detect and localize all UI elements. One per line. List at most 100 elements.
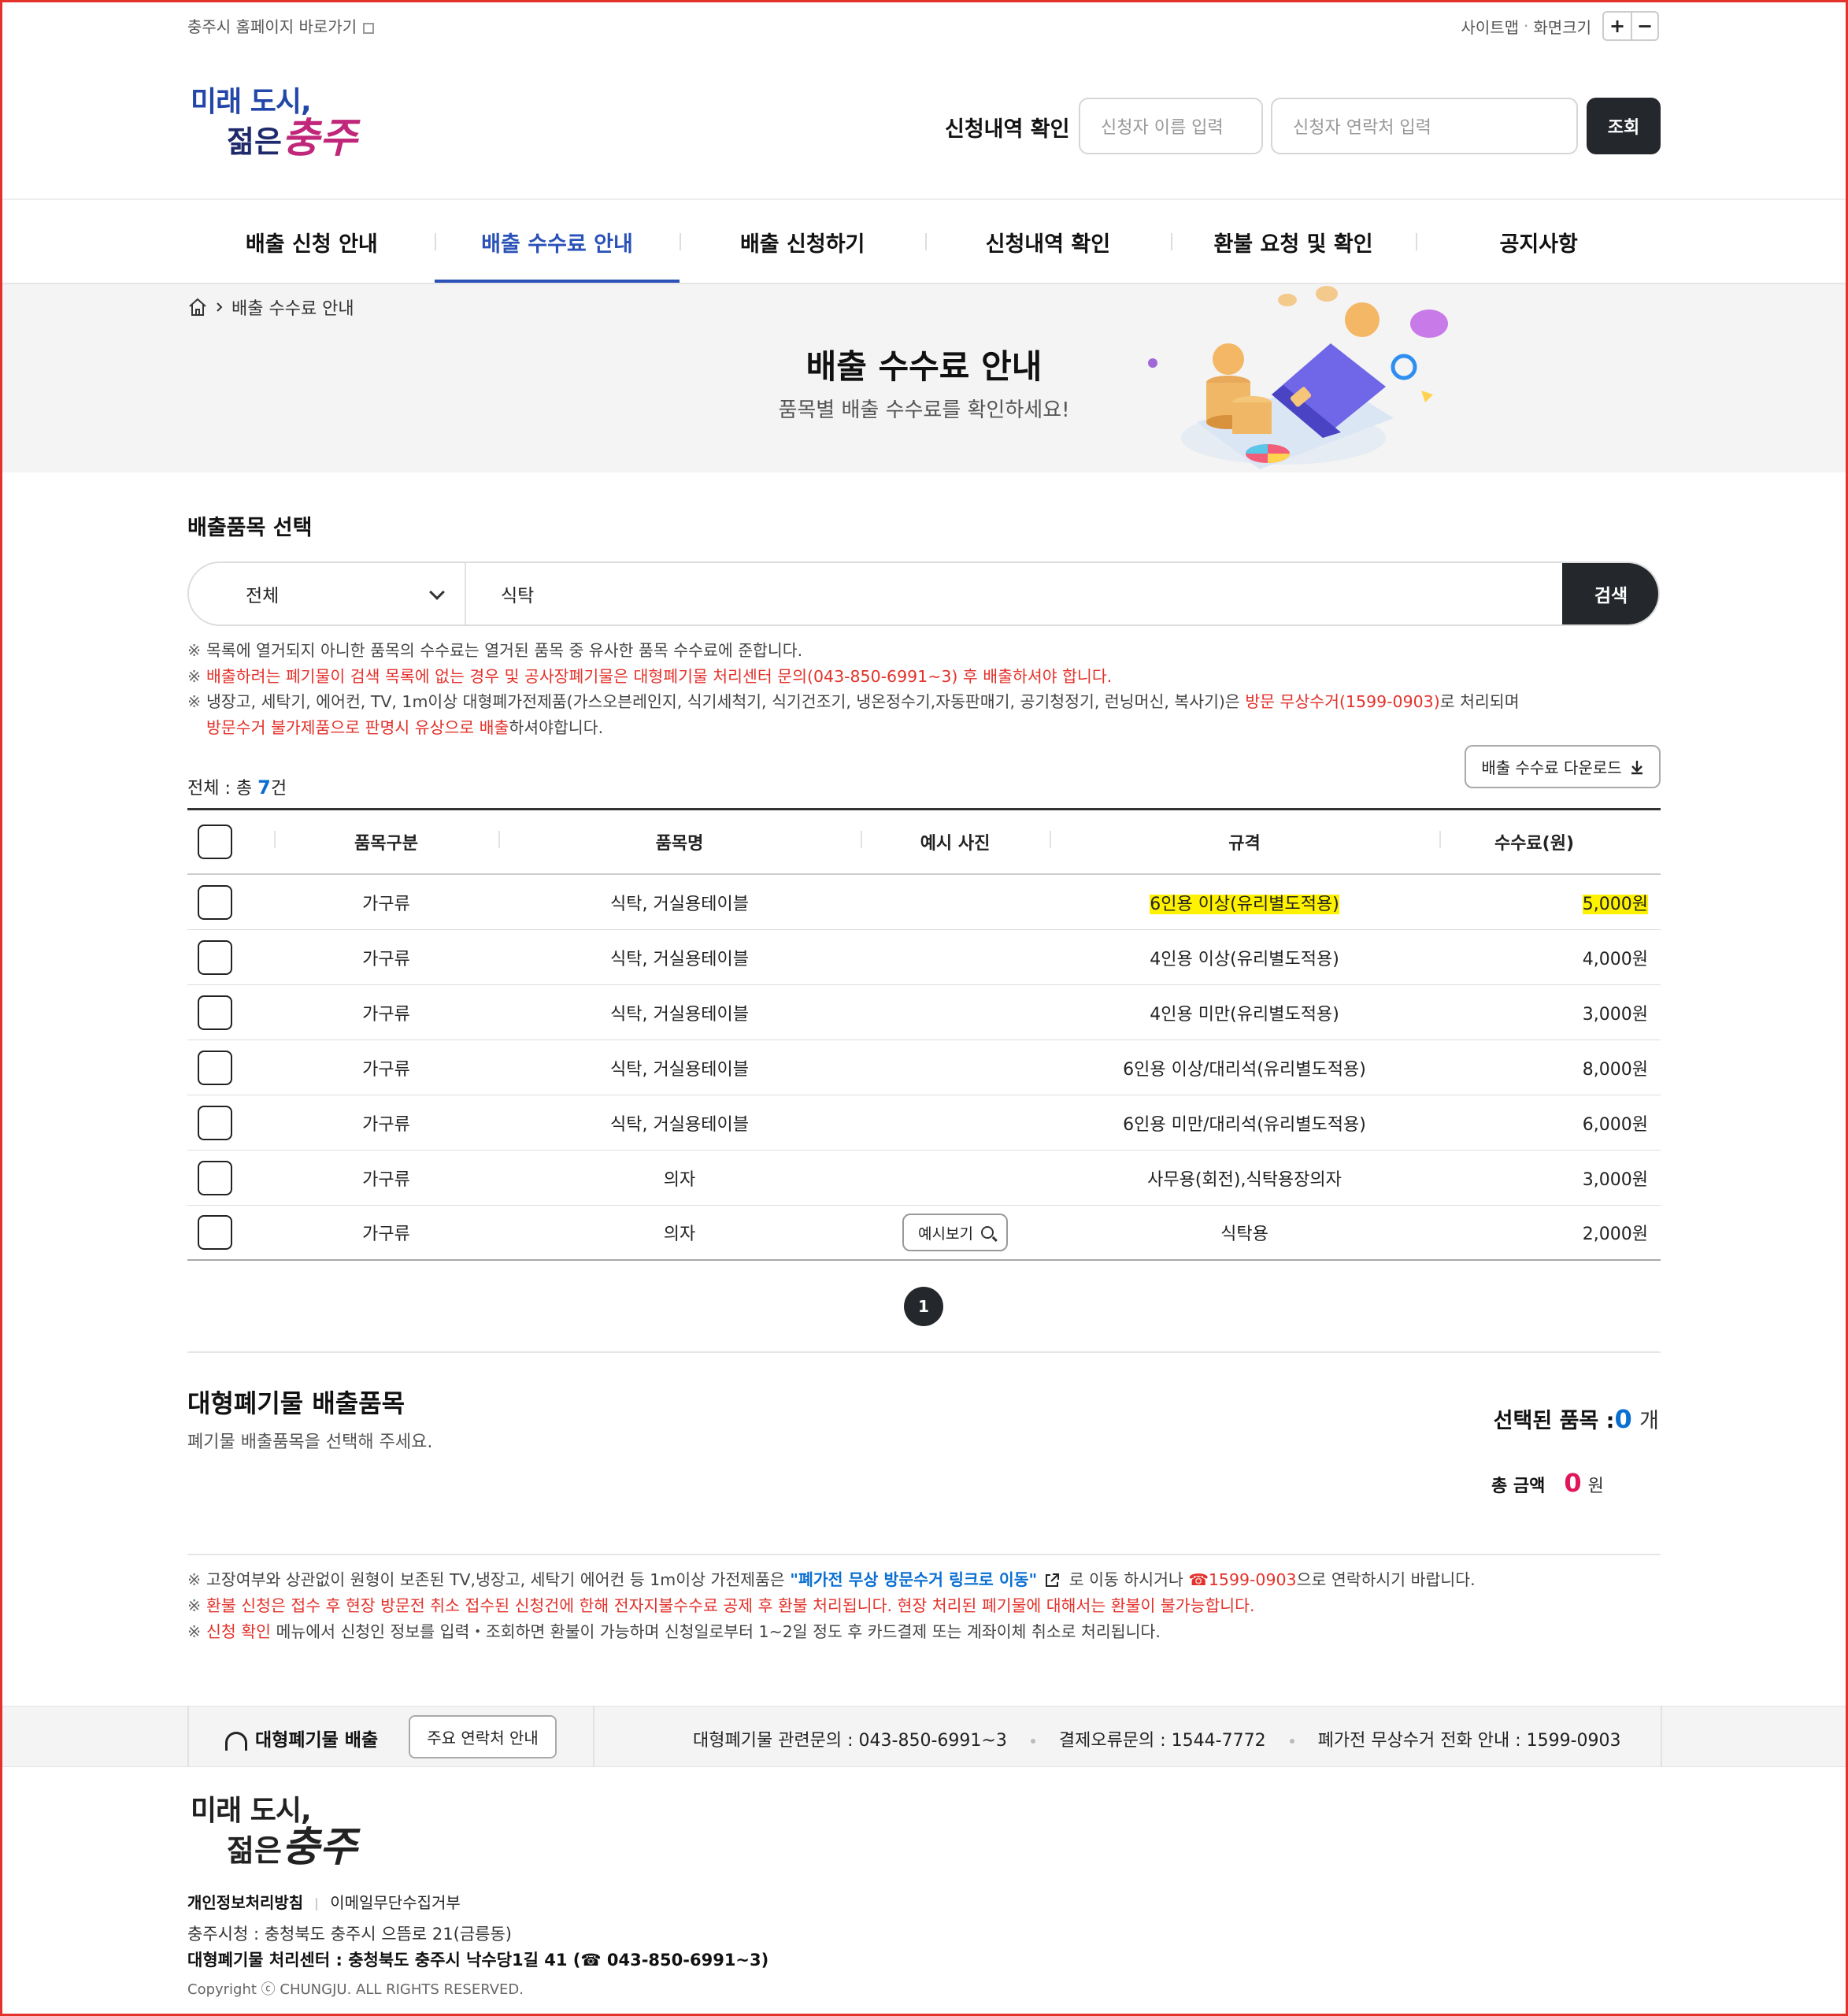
contact-waste: 대형폐기물 관련문의 : 043-850-6991~3 — [693, 1731, 1007, 1751]
city-hall-address: 충주시청 : 충청북도 충주시 으뜸로 21(금릉동) — [187, 1925, 512, 1944]
row-checkbox[interactable] — [198, 1215, 232, 1250]
download-button[interactable]: 배출 수수료 다운로드 — [1465, 745, 1661, 788]
row-item-name: 식탁, 거실용테이블 — [610, 1114, 749, 1135]
applicant-phone-input[interactable]: 신청자 연락처 입력 — [1271, 98, 1578, 154]
section-title: 배출품목 선택 — [187, 516, 313, 540]
row-spec: 4인용 이상(유리별도적용) — [1150, 949, 1339, 969]
nav-item-fee[interactable]: 배출 수수료 안내 — [434, 202, 680, 283]
notice-item: 배출하려는 폐기물이 검색 목록에 없는 경우 및 공사장폐기물은 대형폐기물 … — [187, 664, 1520, 690]
zoom-controls: + − — [1602, 11, 1659, 41]
footer-contacts: 대형폐기물 관련문의 : 043-850-6991~3 결제오류문의 : 1544… — [693, 1726, 1621, 1751]
footer-logo: 미래 도시, 젊은충주 — [191, 1795, 357, 1871]
center-address: 대형폐기물 처리센터 : 충청북도 충주시 낙수당1길 41 (☎ 043-85… — [187, 1951, 769, 1970]
email-refuse-link[interactable]: 이메일무단수집거부 — [330, 1893, 461, 1912]
table-row: 가구류 의자 사무용(회전),식탁용장의자 3,000원 — [187, 1151, 1661, 1206]
nav-item-history[interactable]: 신청내역 확인 — [925, 202, 1171, 283]
header-checkbox-cell — [187, 825, 274, 859]
sitemap-link[interactable]: 사이트맵 — [1461, 15, 1519, 38]
external-link-icon[interactable] — [1043, 1572, 1061, 1589]
footer-links: 개인정보처리방침 이메일무단수집거부 — [187, 1890, 461, 1913]
table-row: 가구류 식탁, 거실용테이블 4인용 미만(유리별도적용) 3,000원 — [187, 985, 1661, 1040]
logo-line1: 미래 도시, — [191, 86, 312, 118]
row-category: 가구류 — [362, 1114, 410, 1135]
lookup-title: 신청내역 확인 — [945, 117, 1070, 142]
lookup-button[interactable]: 조회 — [1587, 98, 1661, 154]
search-icon — [980, 1226, 994, 1239]
nav-item-notice[interactable]: 공지사항 — [1416, 202, 1661, 283]
row-fee: 3,000원 — [1582, 1169, 1648, 1190]
row-spec: 사무용(회전),식탁용장의자 — [1147, 1169, 1342, 1190]
table-row: 가구류 식탁, 거실용테이블 4인용 이상(유리별도적용) 4,000원 — [187, 930, 1661, 985]
table-row: 가구류 의자 예시보기 식탁용 2,000원 — [187, 1206, 1661, 1261]
download-icon — [1631, 760, 1642, 774]
nav-top-border — [0, 198, 1848, 200]
zoom-in-button[interactable]: + — [1604, 13, 1631, 39]
nav-item-guide[interactable]: 배출 신청 안내 — [189, 202, 435, 283]
row-category: 가구류 — [362, 894, 410, 914]
view-example-button[interactable]: 예시보기 — [902, 1214, 1008, 1251]
row-item-name: 식탁, 거실용테이블 — [610, 894, 749, 914]
fee-table: 품목구분 품목명 예시 사진 규격 수수료(원) 가구류 식탁, 거실용테이블 … — [187, 808, 1661, 1261]
copyright: Copyright ⓒ CHUNGJU. ALL RIGHTS RESERVED… — [187, 1981, 524, 1998]
page-subtitle: 품목별 배출 수수료를 확인하세요! — [778, 398, 1070, 422]
row-category: 가구류 — [362, 1059, 410, 1080]
search-input[interactable]: 식탁 — [466, 580, 1562, 607]
homepage-link[interactable]: 충주시 홈페이지 바로가기 — [187, 14, 375, 37]
row-fee: 8,000원 — [1582, 1059, 1648, 1080]
chevron-right-icon — [217, 302, 223, 312]
row-checkbox[interactable] — [198, 1105, 232, 1140]
zoom-out-button[interactable]: − — [1631, 13, 1657, 39]
selected-count: 0 — [1614, 1404, 1632, 1434]
privacy-policy-link[interactable]: 개인정보처리방침 — [187, 1893, 303, 1912]
table-row: 가구류 식탁, 거실용테이블 6인용 이상/대리석(유리별도적용) 8,000원 — [187, 1040, 1661, 1095]
row-item-name: 의자 — [663, 1169, 696, 1190]
nav-item-apply[interactable]: 배출 신청하기 — [680, 202, 925, 283]
section-divider — [187, 1554, 1661, 1555]
row-checkbox[interactable] — [198, 884, 232, 920]
coins-card-illustration — [1148, 286, 1448, 469]
row-spec: 식탁용 — [1220, 1225, 1268, 1244]
contacts-button[interactable]: 주요 연락처 안내 — [409, 1715, 557, 1758]
search-button[interactable]: 검색 — [1562, 563, 1658, 624]
row-spec: 6인용 미만/대리석(유리별도적용) — [1123, 1114, 1366, 1135]
logo[interactable]: 미래 도시, 젊은충주 — [191, 86, 357, 162]
total-count: 전체 : 총 7건 — [187, 776, 287, 799]
home-icon[interactable] — [187, 297, 208, 317]
row-checkbox[interactable] — [198, 939, 232, 975]
row-item-name: 식탁, 거실용테이블 — [610, 1004, 749, 1025]
chevron-down-icon — [429, 584, 445, 600]
category-select[interactable]: 전체 — [189, 563, 466, 624]
util-right: 사이트맵 · 화면크기 + − — [1461, 11, 1659, 41]
row-photo: 예시보기 — [861, 1214, 1050, 1251]
appliance-pickup-link[interactable]: "폐가전 무상 방문수거 링크로 이동" — [790, 1570, 1037, 1589]
row-checkbox[interactable] — [198, 1050, 232, 1085]
table-header: 품목구분 품목명 예시 사진 규격 수수료(원) — [187, 808, 1661, 875]
footer-bar-right-border — [1661, 1706, 1662, 1767]
notice-item: 고장여부와 상관없이 원형이 보존된 TV,냉장고, 세탁기 에어컨 등 1m이… — [187, 1567, 1476, 1593]
category-select-value: 전체 — [246, 586, 280, 606]
pagination-page-1[interactable]: 1 — [904, 1287, 943, 1326]
select-all-checkbox[interactable] — [198, 825, 232, 859]
footer-bar-title: 대형폐기물 배출 — [225, 1725, 378, 1751]
util-separator: · — [1524, 17, 1529, 35]
applicant-name-input[interactable]: 신청자 이름 입력 — [1079, 98, 1263, 154]
font-size-label: 화면크기 — [1533, 17, 1591, 37]
row-checkbox[interactable] — [198, 995, 232, 1030]
notice-item: 냉장고, 세탁기, 에어컨, TV, 1m이상 대형폐가전제품(가스오븐레인지,… — [187, 689, 1520, 740]
row-spec: 6인용 이상/대리석(유리별도적용) — [1123, 1059, 1366, 1080]
row-spec: 4인용 미만(유리별도적용) — [1150, 1004, 1339, 1025]
header-fee: 수수료(원) — [1439, 829, 1661, 854]
header-photo: 예시 사진 — [861, 829, 1050, 854]
total-amount-value: 0 — [1564, 1468, 1582, 1498]
external-link-icon — [363, 22, 375, 34]
row-fee: 3,000원 — [1582, 1004, 1648, 1025]
headset-icon — [225, 1731, 247, 1751]
row-item-name: 식탁, 거실용테이블 — [610, 1059, 749, 1080]
row-item-name: 식탁, 거실용테이블 — [610, 949, 749, 969]
contact-appliance: 폐가전 무상수거 전화 안내 : 1599-0903 — [1317, 1731, 1621, 1751]
row-checkbox[interactable] — [198, 1160, 232, 1195]
notice-item: 목록에 열거되지 아니한 품목의 수수료는 열거된 품목 중 유사한 품목 수수… — [187, 638, 1520, 664]
logo-line2: 젊은충주 — [227, 115, 357, 162]
nav-item-refund[interactable]: 환불 요청 및 확인 — [1170, 202, 1417, 283]
homepage-link-label: 충주시 홈페이지 바로가기 — [187, 17, 357, 36]
